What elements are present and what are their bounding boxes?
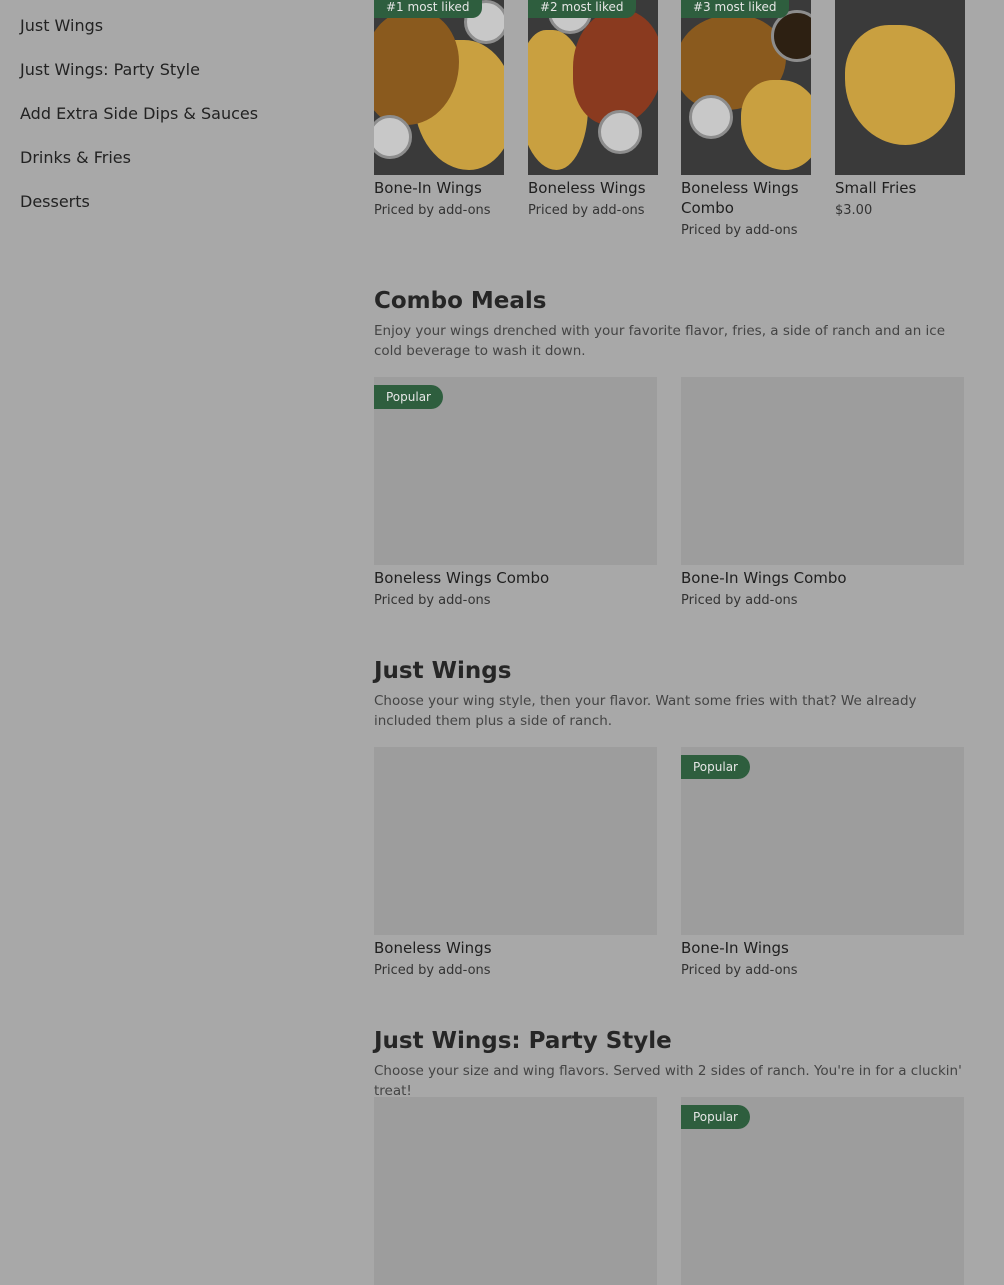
- menu-item-name: Boneless Wings Combo: [681, 179, 799, 217]
- small-fries-photo: [835, 0, 965, 175]
- sidebar-item-desserts[interactable]: Desserts: [20, 192, 90, 211]
- popular-badge: Popular: [374, 385, 443, 409]
- popular-badge: Popular: [681, 755, 750, 779]
- menu-item-name: Bone-In Wings: [374, 179, 482, 197]
- bone-in-wings-photo: [374, 0, 504, 175]
- item-photo-placeholder: [374, 747, 657, 935]
- item-photo-placeholder: [681, 377, 964, 565]
- boneless-wings-photo: [528, 0, 658, 175]
- boneless-wings-combo-photo: [681, 0, 811, 175]
- section-description: Choose your wing style, then your flavor…: [374, 693, 917, 729]
- sidebar-item-just-wings[interactable]: Just Wings: [20, 16, 103, 35]
- most-liked-badge: #1 most liked: [374, 0, 482, 18]
- section-title-just-wings-party-style: Just Wings: Party Style: [374, 1028, 672, 1054]
- sidebar-item-drinks-fries[interactable]: Drinks & Fries: [20, 148, 131, 167]
- menu-item-name: Boneless Wings Combo: [374, 569, 550, 587]
- menu-item-price: Priced by add-ons: [681, 963, 798, 978]
- sidebar-item-just-wings-party-style[interactable]: Just Wings: Party Style: [20, 60, 200, 79]
- popular-badge: Popular: [681, 1105, 750, 1129]
- sidebar-item-extra-dips-sauces[interactable]: Add Extra Side Dips & Sauces: [20, 104, 258, 123]
- item-photo-placeholder: [374, 1097, 657, 1285]
- menu-item-name: Boneless Wings: [528, 179, 646, 197]
- section-description: Enjoy your wings drenched with your favo…: [374, 323, 946, 359]
- menu-item-name: Bone-In Wings Combo: [681, 569, 847, 587]
- most-liked-badge: #2 most liked: [528, 0, 636, 18]
- most-liked-badge: #3 most liked: [681, 0, 789, 18]
- section-title-just-wings: Just Wings: [374, 658, 512, 684]
- menu-item-name: Boneless Wings: [374, 939, 492, 957]
- menu-item-price: Priced by add-ons: [681, 223, 798, 238]
- menu-item-name: Bone-In Wings: [681, 939, 789, 957]
- menu-item-name: Small Fries: [835, 179, 917, 197]
- menu-item-price: Priced by add-ons: [528, 203, 645, 218]
- menu-item-price: Priced by add-ons: [681, 593, 798, 608]
- section-title-combo-meals: Combo Meals: [374, 288, 547, 314]
- section-description: Choose your size and wing flavors. Serve…: [374, 1063, 962, 1099]
- menu-item-price: $3.00: [835, 203, 873, 218]
- menu-item-price: Priced by add-ons: [374, 203, 491, 218]
- menu-item-price: Priced by add-ons: [374, 963, 491, 978]
- menu-item-price: Priced by add-ons: [374, 593, 491, 608]
